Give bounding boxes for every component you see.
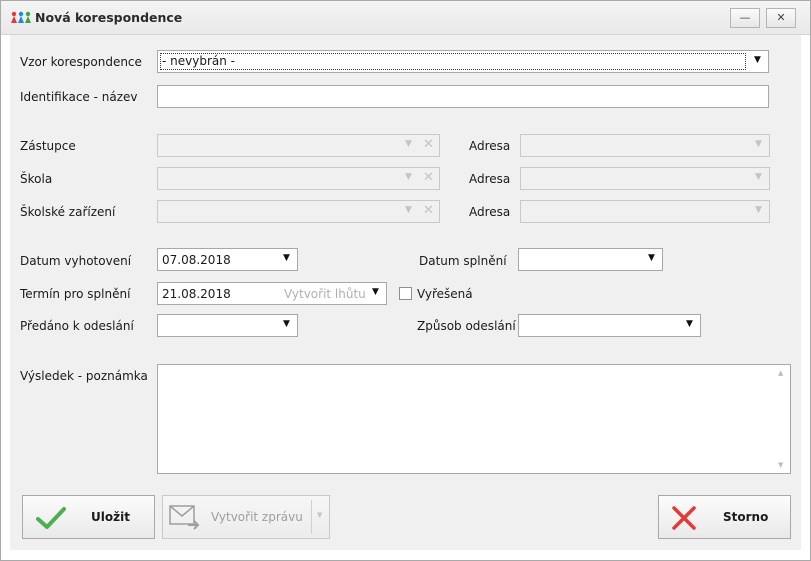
termin-label: Termín pro splnění [20,287,131,301]
close-icon: ✕ [776,11,786,24]
close-button[interactable]: ✕ [766,8,796,28]
zastupce-adresa-select[interactable]: ▼ [520,134,770,157]
termin-hint: Vytvořit lhůtu [284,287,366,301]
chevron-down-icon[interactable]: ▼ [283,253,290,263]
vysledek-label: Výsledek - poznámka [20,369,148,383]
save-button[interactable]: Uložit [22,495,155,539]
zpusob-select[interactable]: ▼ [518,314,701,337]
skola-select[interactable]: ▼ ✕ [157,167,440,190]
create-message-label: Vytvořit zprávu [211,510,303,524]
window: Nová korespondence — ✕ Vzor korespondenc… [0,0,811,561]
clear-icon[interactable]: ✕ [423,170,434,185]
envelope-arrow-icon [169,505,200,530]
form-panel: Vzor korespondence - nevybrán - ▼ Identi… [10,35,801,550]
cancel-button-label: Storno [723,510,769,524]
skolske-label: Školské zařízení [20,205,116,219]
datum-vyhotoveni-picker[interactable]: 07.08.2018 ▼ [157,248,298,271]
chevron-down-icon: ▼ [755,205,762,215]
clear-icon[interactable]: ✕ [423,203,434,218]
termin-picker[interactable]: 21.08.2018 Vytvořit lhůtu ▼ [157,282,387,305]
skola-label: Škola [20,172,53,186]
create-message-button[interactable]: Vytvořit zprávu ▼ [162,495,330,539]
x-icon [672,506,696,530]
zastupce-select[interactable]: ▼ ✕ [157,134,440,157]
datum-vyhotoveni-label: Datum vyhotovení [20,254,132,268]
chevron-down-icon[interactable]: ▼ [648,253,655,263]
chevron-down-icon: ▼ [755,139,762,149]
vzor-label: Vzor korespondence [20,55,142,69]
chevron-down-icon: ▼ [755,172,762,182]
vyresena-label: Vyřešená [417,287,473,301]
zpusob-label: Způsob odeslání [417,319,516,333]
vzor-select[interactable]: - nevybrán - ▼ [157,50,769,73]
chevron-down-icon: ▼ [405,172,412,182]
identifikace-input[interactable] [157,85,769,108]
datum-splneni-picker[interactable]: ▼ [518,248,663,271]
scroll-down-icon[interactable]: ▼ [778,461,783,469]
chevron-down-icon[interactable]: ▼ [317,511,322,519]
chevron-down-icon: ▼ [405,205,412,215]
chevron-down-icon[interactable]: ▼ [686,319,693,329]
cancel-button[interactable]: Storno [658,495,791,539]
scroll-up-icon[interactable]: ▲ [778,369,783,377]
vzor-value: - nevybrán - [162,54,235,68]
vysledek-scrollbar[interactable]: ▲ ▼ [773,365,790,473]
datum-vyhotoveni-value: 07.08.2018 [162,253,231,267]
adresa-label: Adresa [469,139,511,153]
zastupce-label: Zástupce [20,139,76,153]
adresa-label: Adresa [469,205,511,219]
termin-value: 21.08.2018 [162,287,231,301]
vysledek-textarea[interactable]: ▲ ▼ [157,364,791,474]
datum-splneni-label: Datum splnění [419,254,507,268]
title-bar: Nová korespondence — ✕ [1,1,810,35]
chevron-down-icon[interactable]: ▼ [372,287,379,297]
save-button-label: Uložit [91,510,130,524]
vyresena-checkbox[interactable] [399,287,412,300]
adresa-label: Adresa [469,172,511,186]
identifikace-label: Identifikace - název [20,90,138,104]
minimize-icon: — [739,11,751,24]
chevron-down-icon: ▼ [405,139,412,149]
skolske-adresa-select[interactable]: ▼ [520,200,770,223]
people-icon [11,11,31,23]
skola-adresa-select[interactable]: ▼ [520,167,770,190]
checkmark-icon [36,507,66,529]
predano-select[interactable]: ▼ [157,314,298,337]
minimize-button[interactable]: — [730,8,760,28]
skolske-select[interactable]: ▼ ✕ [157,200,440,223]
chevron-down-icon[interactable]: ▼ [283,319,290,329]
clear-icon[interactable]: ✕ [423,137,434,152]
chevron-down-icon: ▼ [754,55,761,65]
window-title: Nová korespondence [35,10,183,25]
predano-label: Předáno k odeslání [20,319,134,333]
